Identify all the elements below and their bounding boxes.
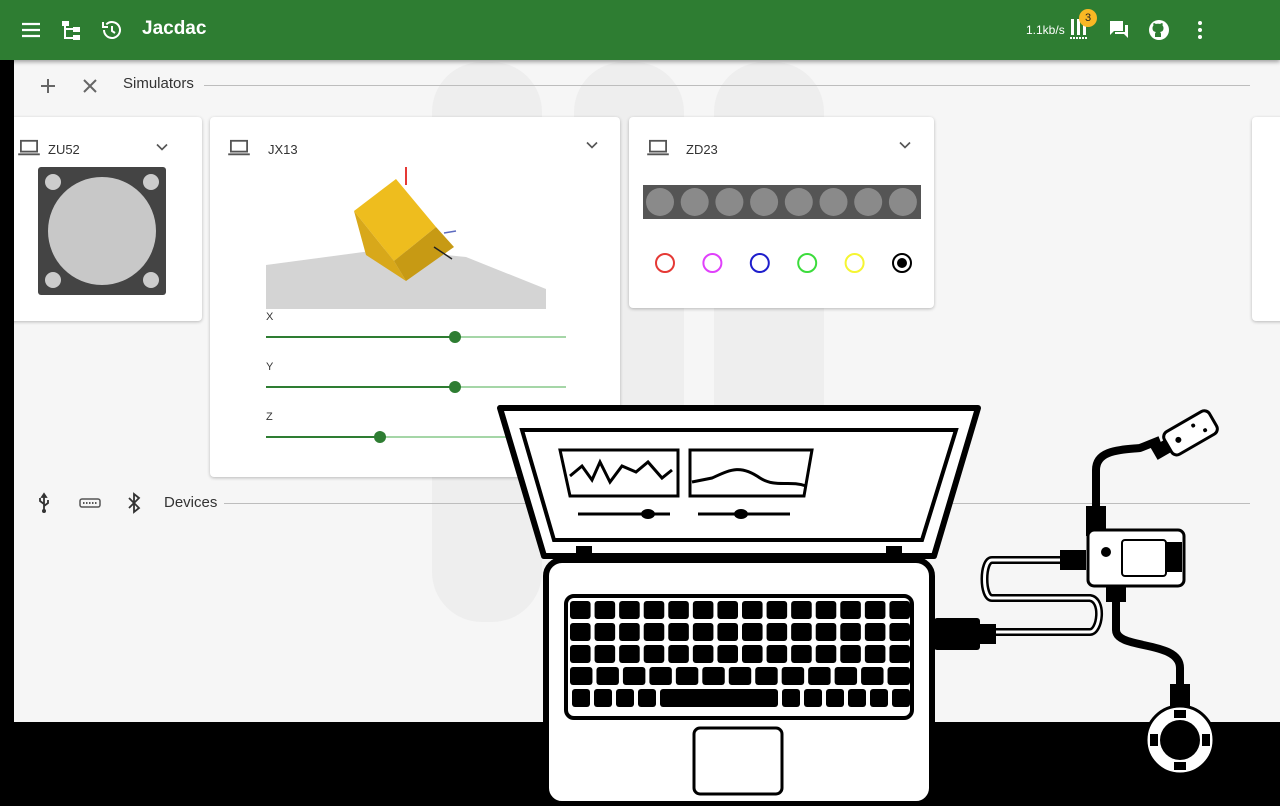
keyboard-key	[864, 645, 886, 663]
keyboard-key	[616, 689, 634, 707]
keyboard-key	[570, 623, 591, 641]
keyboard-key	[660, 689, 778, 707]
keyboard-key	[889, 601, 910, 619]
keyboard-key	[702, 667, 725, 685]
keyboard-key	[728, 667, 752, 685]
keyboard-key	[889, 645, 910, 663]
keyboard-key	[782, 689, 800, 707]
keyboard-key	[840, 623, 861, 641]
keyboard-key	[889, 623, 910, 641]
keyboard-key	[815, 601, 837, 619]
keyboard-key	[643, 623, 665, 641]
keyboard-key	[675, 667, 699, 685]
keyboard-key	[619, 623, 640, 641]
keyboard-key	[848, 689, 866, 707]
keyboard-key	[755, 667, 778, 685]
keyboard-key	[596, 667, 619, 685]
keyboard-key	[692, 645, 714, 663]
keyboard-key	[791, 601, 812, 619]
keyboard-key	[742, 601, 763, 619]
keyboard-key	[791, 623, 812, 641]
keyboard-key	[649, 667, 672, 685]
keyboard-key	[572, 689, 590, 707]
keyboard-key	[864, 601, 886, 619]
keyboard-key	[791, 645, 812, 663]
keyboard-key	[766, 601, 788, 619]
keyboard-key	[826, 689, 844, 707]
keyboard-key	[887, 667, 910, 685]
keyboard-key	[834, 667, 858, 685]
keyboard-key	[742, 645, 763, 663]
keyboard-key	[668, 645, 689, 663]
keyboard-key	[781, 667, 805, 685]
keyboard-key	[861, 667, 884, 685]
laptop-illustration	[497, 405, 1219, 806]
keyboard-key	[594, 645, 616, 663]
keyboard-key	[808, 667, 831, 685]
keyboard-key	[864, 623, 886, 641]
keyboard-key	[638, 689, 656, 707]
keyboard-key	[717, 623, 738, 641]
keyboard-key	[594, 623, 616, 641]
keyboard-key	[668, 623, 689, 641]
keyboard-key	[804, 689, 822, 707]
keyboard-key	[717, 601, 738, 619]
keyboard-key	[622, 667, 646, 685]
keyboard-key	[815, 645, 837, 663]
keyboard-key	[815, 623, 837, 641]
keyboard-key	[692, 623, 714, 641]
keyboard-key	[870, 689, 888, 707]
keyboard-key	[594, 689, 612, 707]
keyboard-key	[643, 601, 665, 619]
keyboard-key	[668, 601, 689, 619]
keyboard-key	[766, 645, 788, 663]
keyboard-key	[692, 601, 714, 619]
keyboard-key	[619, 645, 640, 663]
keyboard-key	[570, 667, 593, 685]
keyboard-key	[619, 601, 640, 619]
keyboard-key	[766, 623, 788, 641]
keyboard-key	[717, 645, 738, 663]
keyboard-key	[840, 645, 861, 663]
keyboard-key	[892, 689, 910, 707]
keyboard-key	[570, 645, 591, 663]
keyboard-key	[840, 601, 861, 619]
keyboard-key	[742, 623, 763, 641]
keyboard-key	[594, 601, 616, 619]
keyboard-key	[570, 601, 591, 619]
keyboard-key	[643, 645, 665, 663]
